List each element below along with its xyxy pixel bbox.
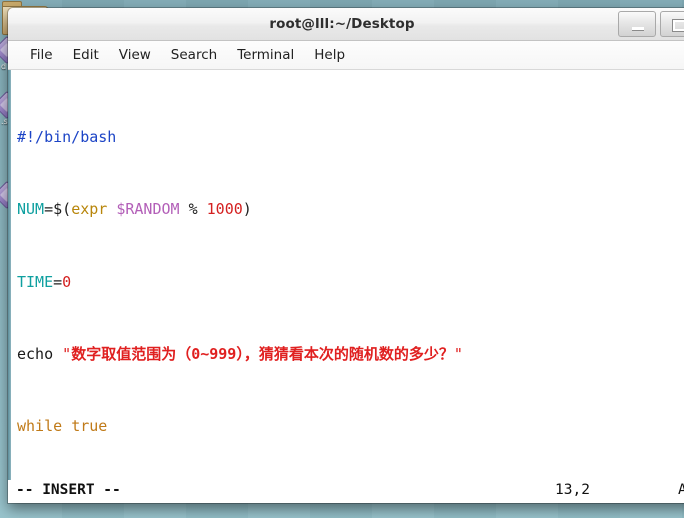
menu-file[interactable]: File — [20, 44, 63, 66]
window-controls — [614, 11, 684, 37]
code-line-3: TIME=0 — [17, 273, 684, 291]
menu-search[interactable]: Search — [161, 44, 227, 66]
scroll-indicator: All — [678, 482, 684, 498]
code-sp-5 — [62, 417, 71, 435]
menu-view[interactable]: View — [109, 44, 161, 66]
vim-mode-indicator: -- INSERT -- — [16, 482, 121, 498]
vim-buffer[interactable]: #!/bin/bash NUM=$(expr $RANDOM % 1000) T… — [11, 70, 684, 480]
code-line-4: echo "数字取值范围为（0~999），猜猜看本次的随机数的多少？" — [17, 345, 684, 363]
code-token-echo-1: echo — [17, 344, 54, 363]
code-token-1000: 1000 — [206, 200, 243, 219]
code-token-str-range: 数字取值范围为（0~999），猜猜看本次的随机数的多少？ — [71, 344, 454, 363]
code-token-random: $RANDOM — [116, 200, 180, 219]
code-token-num-ident: NUM — [17, 200, 45, 219]
maximize-button[interactable] — [660, 11, 684, 37]
minimize-button[interactable] — [618, 11, 656, 37]
code-token-shebang: #!/bin/bash — [17, 128, 117, 147]
code-token-paren-close: ) — [242, 200, 252, 219]
code-token-modulus: % — [179, 200, 207, 219]
code-token-while: while — [17, 416, 63, 435]
window-title: root@lll:~/Desktop — [269, 16, 415, 32]
script-icon-2-label: .s — [1, 117, 8, 126]
menu-help[interactable]: Help — [304, 44, 355, 66]
code-token-time-ident: TIME — [17, 272, 54, 291]
terminal-body: #!/bin/bash NUM=$(expr $RANDOM % 1000) T… — [8, 70, 684, 480]
desktop: d .s root@lll:~/Desktop File Edit View S… — [0, 0, 684, 518]
code-token-assign-1: =$( — [44, 200, 72, 219]
menu-terminal[interactable]: Terminal — [227, 44, 304, 66]
menubar: File Edit View Search Terminal Help — [8, 41, 684, 70]
code-line-1: #!/bin/bash — [17, 128, 684, 146]
code-token-expr: expr — [71, 200, 108, 219]
vim-statusline: -- INSERT -- 13,2 All — [8, 480, 684, 503]
code-line-5: while true — [17, 417, 684, 435]
menu-edit[interactable]: Edit — [63, 44, 109, 66]
script-icon-1-label: d — [1, 62, 7, 71]
maximize-icon — [673, 20, 684, 31]
code-line-2: NUM=$(expr $RANDOM % 1000) — [17, 200, 684, 218]
window-titlebar[interactable]: root@lll:~/Desktop — [8, 8, 684, 41]
code-sp-4 — [53, 345, 62, 363]
code-token-true: true — [71, 416, 108, 435]
minimize-icon — [632, 27, 644, 30]
terminal-window: root@lll:~/Desktop File Edit View Search… — [8, 8, 684, 503]
code-token-space-1 — [107, 200, 116, 218]
code-token-zero: 0 — [62, 272, 72, 291]
cursor-position: 13,2 — [555, 482, 590, 498]
code-token-quote-4a: " — [62, 344, 72, 363]
code-token-assign-2: = — [53, 272, 63, 291]
code-token-quote-4b: " — [453, 344, 463, 363]
